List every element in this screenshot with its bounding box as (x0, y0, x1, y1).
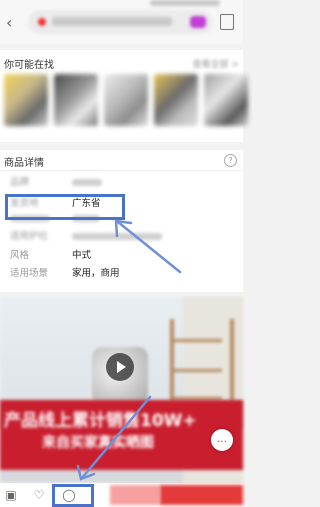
question-icon[interactable]: ? (224, 154, 237, 167)
top-bar: ‹ (0, 0, 243, 44)
banner-subline: 来自买家真实晒图 (42, 435, 154, 451)
detail-value: 中式 (72, 250, 92, 261)
banner-headline: 产品线上累计销售10W+ (4, 411, 197, 431)
shopping-bag-icon[interactable] (220, 14, 234, 30)
detail-key: 适用场景 (10, 268, 49, 279)
product-thumbnail[interactable] (204, 74, 248, 126)
detail-key: 风格 (10, 250, 30, 261)
shelf-image (170, 319, 234, 403)
status-bar (150, 0, 220, 6)
detail-value (72, 230, 162, 244)
detail-value (72, 176, 102, 190)
product-thumbnails (4, 74, 248, 126)
buy-now-button[interactable] (160, 485, 243, 505)
bottom-action-bar: ▣ ♡ ◯ (0, 483, 243, 507)
maybe-looking-for-section: 你可能在找 查看全部 > (0, 50, 248, 175)
product-thumbnail[interactable] (4, 74, 48, 126)
promo-icon (38, 18, 46, 26)
details-title: 商品详情 (4, 158, 44, 169)
product-thumbnail[interactable] (154, 74, 198, 126)
badge-icon (190, 16, 206, 28)
heart-icon[interactable]: ♡ (32, 488, 46, 502)
divider (0, 170, 243, 171)
detail-key: 适用护社 (10, 231, 49, 242)
play-icon[interactable] (106, 353, 134, 381)
product-details-section: 商品详情 ? 品牌 发货地 广东省 适用护社 风格 中式 适用场景 家用，商用 (0, 150, 243, 292)
view-all-link[interactable]: 查看全部 > (193, 57, 239, 70)
annotation-box-service (52, 484, 94, 507)
product-thumbnail[interactable] (104, 74, 148, 126)
chevron-left-icon[interactable]: ‹ (6, 14, 20, 32)
detail-value: 家用，商用 (72, 268, 120, 279)
product-thumbnail[interactable] (54, 74, 98, 126)
search-text (52, 17, 172, 26)
annotation-box-ship-from (5, 194, 125, 220)
promo-banner: 产品线上累计销售10W+ 来自买家真实晒图 (0, 400, 243, 470)
add-to-cart-button[interactable] (110, 485, 160, 505)
detail-key: 品牌 (10, 177, 30, 188)
section-title: 你可能在找 (4, 60, 54, 71)
search-bar[interactable] (28, 10, 213, 34)
chat-icon[interactable]: … (211, 429, 233, 451)
store-icon[interactable]: ▣ (4, 488, 18, 502)
